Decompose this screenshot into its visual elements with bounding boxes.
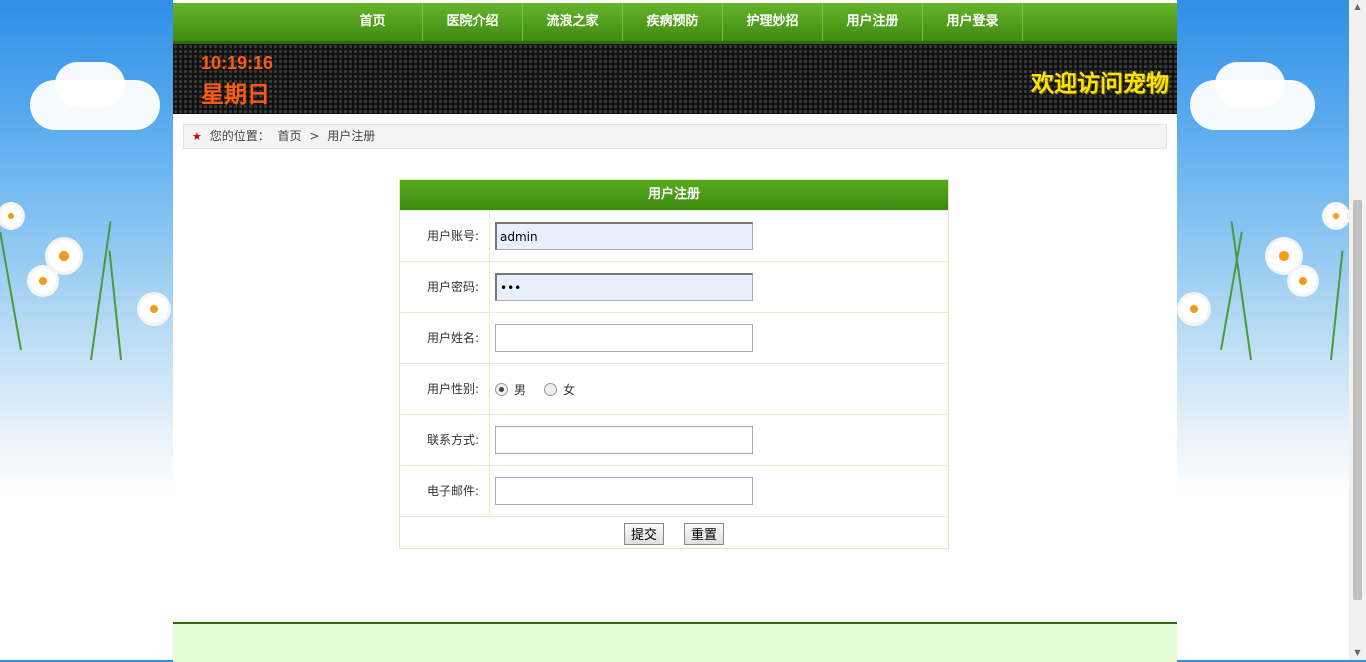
nav-item-disease-prevention[interactable]: 疾病预防 <box>623 3 723 41</box>
flower-left-3 <box>140 295 168 323</box>
password-input[interactable] <box>495 273 753 301</box>
flower-left-2 <box>30 268 56 294</box>
flower-right-2 <box>1290 268 1316 294</box>
nav-item-login[interactable]: 用户登录 <box>923 3 1023 41</box>
form-row-name: 用户姓名: <box>400 312 948 363</box>
nav-item-care-tips[interactable]: 护理妙招 <box>723 3 823 41</box>
flower-right-4 <box>1325 205 1347 227</box>
contact-input[interactable] <box>495 426 753 454</box>
banner-clock: 10:19:16 <box>201 53 274 73</box>
grass-blade <box>1230 221 1252 361</box>
nav-list: 首页 医院介绍 流浪之家 疾病预防 护理妙招 用户注册 用户登录 <box>323 3 1023 41</box>
form-row-contact: 联系方式: <box>400 414 948 465</box>
banner-welcome-text: 欢迎访问宠物 <box>1031 71 1169 97</box>
contact-field-cell <box>490 415 753 465</box>
gender-label: 用户性别: <box>400 364 490 414</box>
scroll-thumb[interactable] <box>1353 200 1362 600</box>
name-label: 用户姓名: <box>400 313 490 363</box>
led-banner: 10:19:16 星期日 欢迎访问宠物 <box>173 44 1177 114</box>
flower-right-3 <box>1180 295 1208 323</box>
name-field-cell <box>490 313 753 363</box>
breadcrumb-current: 用户注册 <box>327 129 376 143</box>
email-label: 电子邮件: <box>400 466 490 516</box>
page-scrollbar[interactable]: ▲ ▼ <box>1349 0 1366 660</box>
grass-blade <box>0 231 22 351</box>
grass-blade <box>1330 250 1344 361</box>
reset-button[interactable]: 重置 <box>684 522 725 545</box>
flower-left-1 <box>48 240 80 272</box>
page-container: 首页 医院介绍 流浪之家 疾病预防 护理妙招 用户注册 用户登录 10:19:1… <box>173 0 1177 662</box>
form-row-account: 用户账号: <box>400 210 948 261</box>
footer-bar <box>173 622 1177 662</box>
password-field-cell <box>490 262 753 312</box>
form-row-gender: 用户性别: 男 女 <box>400 363 948 414</box>
email-input[interactable] <box>495 477 753 505</box>
flower-left-4 <box>0 205 22 227</box>
submit-button[interactable]: 提交 <box>623 522 664 545</box>
account-label: 用户账号: <box>400 211 490 261</box>
cloud-right-top <box>1215 62 1285 107</box>
breadcrumb: ★ 您的位置： 首页 > 用户注册 <box>183 124 1167 149</box>
contact-label: 联系方式: <box>400 415 490 465</box>
name-input[interactable] <box>495 324 753 352</box>
breadcrumb-separator: > <box>309 129 320 143</box>
breadcrumb-prefix: 您的位置： <box>209 129 270 143</box>
gender-female-label: 女 <box>563 382 576 397</box>
password-label: 用户密码: <box>400 262 490 312</box>
flower-right-1 <box>1268 240 1300 272</box>
form-title: 用户注册 <box>400 180 948 210</box>
nav-item-stray-home[interactable]: 流浪之家 <box>523 3 623 41</box>
grass-blade <box>108 250 122 361</box>
top-nav: 首页 医院介绍 流浪之家 疾病预防 护理妙招 用户注册 用户登录 <box>173 3 1177 44</box>
nav-item-register[interactable]: 用户注册 <box>823 3 923 41</box>
scroll-down-icon[interactable]: ▼ <box>1349 646 1366 660</box>
gender-field-cell: 男 女 <box>490 364 593 414</box>
form-row-email: 电子邮件: <box>400 465 948 516</box>
gender-male-label: 男 <box>514 382 527 397</box>
gender-female-radio[interactable] <box>544 382 558 396</box>
account-field-cell <box>490 211 753 261</box>
cloud-left-top <box>55 62 125 107</box>
nav-item-home[interactable]: 首页 <box>323 3 423 41</box>
scroll-up-icon[interactable]: ▲ <box>1349 0 1366 14</box>
form-row-password: 用户密码: <box>400 261 948 312</box>
nav-item-hospital-intro[interactable]: 医院介绍 <box>423 3 523 41</box>
gender-male-radio[interactable] <box>495 382 508 396</box>
email-field-cell <box>490 466 753 516</box>
star-icon: ★ <box>192 130 202 143</box>
breadcrumb-home-link[interactable]: 首页 <box>278 129 302 143</box>
register-form: 用户注册 用户账号: 用户密码: 用户姓名: 用户性别: 男 <box>399 179 949 549</box>
account-input[interactable] <box>495 222 753 250</box>
grass-blade <box>90 221 112 361</box>
form-actions: 提交 重置 <box>400 516 948 550</box>
banner-weekday: 星期日 <box>201 82 270 108</box>
